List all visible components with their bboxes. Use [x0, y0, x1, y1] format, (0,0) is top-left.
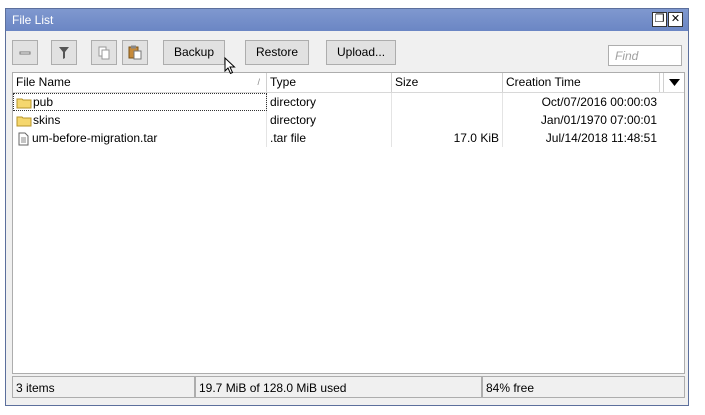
file-size: 17.0 KiB — [392, 129, 503, 147]
file-name: pub — [33, 95, 54, 109]
file-icon — [18, 132, 29, 146]
table-row[interactable]: um-before-migration.tar .tar file 17.0 K… — [13, 129, 684, 147]
column-menu-button[interactable] — [663, 73, 684, 92]
file-type: .tar file — [267, 129, 392, 147]
table-row[interactable]: skins directory Jan/01/1970 07:00:01 — [13, 111, 684, 129]
file-table: File Name / Type Size Creation Time pub … — [12, 72, 685, 374]
close-icon: ✕ — [670, 13, 681, 25]
file-size — [392, 111, 503, 129]
find-input[interactable] — [608, 45, 682, 66]
window-title: File List — [12, 13, 54, 27]
file-created: Jul/14/2018 11:48:51 — [545, 131, 657, 145]
restore-button[interactable]: Restore — [245, 40, 310, 65]
status-disk-usage: 19.7 MiB of 128.0 MiB used — [195, 376, 482, 398]
status-bar: 3 items 19.7 MiB of 128.0 MiB used 84% f… — [12, 376, 685, 398]
file-name: skins — [33, 113, 61, 127]
upload-button[interactable]: Upload... — [326, 40, 397, 65]
column-file-name[interactable]: File Name / — [13, 73, 267, 92]
file-type: directory — [267, 93, 392, 111]
table-header: File Name / Type Size Creation Time — [13, 73, 684, 93]
paste-icon — [128, 45, 142, 60]
file-size — [392, 93, 503, 111]
dropdown-arrow-icon — [668, 78, 680, 86]
file-created: Oct/07/2016 00:00:03 — [541, 95, 657, 109]
file-list-window: File List ❐ ✕ Backup Restore Upload... F… — [5, 8, 689, 406]
column-type[interactable]: Type — [267, 73, 392, 92]
remove-button[interactable] — [12, 40, 38, 65]
file-type: directory — [267, 111, 392, 129]
paste-button[interactable] — [122, 40, 148, 65]
status-free-space: 84% free — [482, 376, 685, 398]
minus-icon — [19, 51, 31, 55]
folder-icon — [16, 116, 32, 127]
file-name: um-before-migration.tar — [32, 131, 158, 145]
file-created: Jan/01/1970 07:00:01 — [540, 113, 657, 127]
folder-icon — [16, 98, 32, 109]
backup-button[interactable]: Backup — [163, 40, 226, 65]
title-bar[interactable]: File List ❐ ✕ — [6, 9, 688, 31]
copy-icon — [98, 46, 110, 60]
sort-indicator-icon: / — [257, 77, 260, 87]
copy-button[interactable] — [91, 40, 117, 65]
close-window-button[interactable]: ✕ — [668, 12, 683, 27]
table-row[interactable]: pub directory Oct/07/2016 00:00:03 — [13, 93, 684, 111]
column-size[interactable]: Size — [392, 73, 503, 92]
filter-icon — [59, 46, 69, 59]
column-creation-time[interactable]: Creation Time — [503, 73, 660, 92]
restore-window-button[interactable]: ❐ — [652, 12, 667, 27]
filter-button[interactable] — [51, 40, 77, 65]
toolbar: Backup Restore Upload... — [6, 32, 688, 72]
status-item-count: 3 items — [12, 376, 195, 398]
restore-icon: ❐ — [654, 13, 665, 25]
mouse-cursor-icon — [224, 57, 236, 75]
